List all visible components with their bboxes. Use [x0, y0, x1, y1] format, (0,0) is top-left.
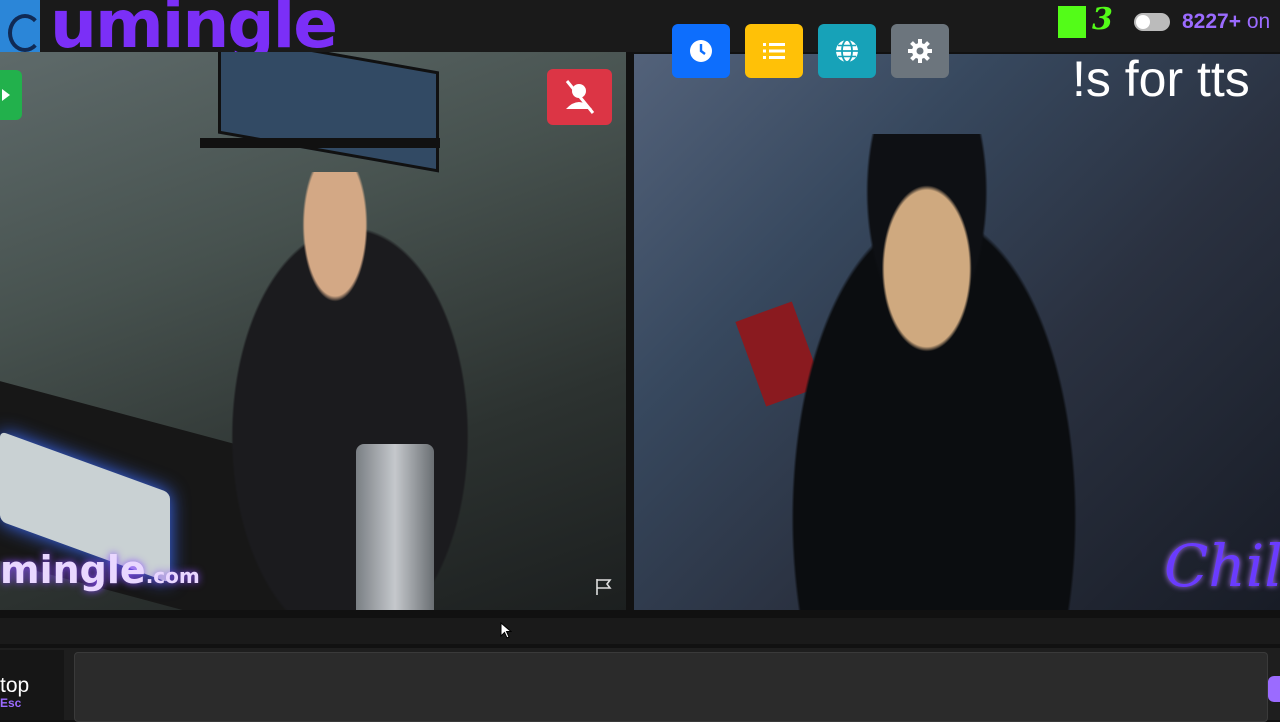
- background-shelf: [200, 138, 440, 148]
- local-person: [200, 172, 500, 610]
- globe-button[interactable]: [818, 24, 876, 78]
- remote-video: Chill: [634, 54, 1280, 610]
- settings-toggle[interactable]: [1134, 13, 1170, 31]
- remote-person: [754, 134, 1114, 610]
- local-video: mingle.com: [0, 52, 626, 610]
- drink-can: [356, 444, 434, 610]
- stop-button[interactable]: top Esc: [0, 650, 64, 720]
- stream-logo: Chill: [1164, 532, 1280, 600]
- tts-overlay-text: !s for tts: [1072, 51, 1250, 107]
- mute-user-button[interactable]: [547, 69, 612, 125]
- chat-input[interactable]: [74, 652, 1268, 722]
- stop-label: top: [0, 674, 30, 697]
- list-icon: [763, 43, 785, 59]
- send-button[interactable]: [1268, 676, 1280, 702]
- list-button[interactable]: [745, 24, 803, 78]
- online-count: 8227+ on: [1182, 10, 1271, 33]
- side-expand-tab[interactable]: [0, 70, 22, 120]
- mouse-cursor-icon: [500, 622, 512, 639]
- video-watermark: mingle.com: [0, 548, 200, 592]
- divider-bar: [0, 618, 1280, 644]
- settings-button[interactable]: [891, 24, 949, 78]
- globe-icon: [836, 39, 858, 63]
- gear-icon: [908, 39, 932, 63]
- kick-count: 3: [1092, 2, 1113, 37]
- history-button[interactable]: [672, 24, 730, 78]
- kick-logo-icon: [1058, 6, 1086, 38]
- stop-shortcut: Esc: [0, 696, 22, 710]
- clock-icon: [690, 40, 712, 62]
- flag-icon[interactable]: [594, 578, 614, 596]
- background-monitor: [218, 52, 439, 173]
- user-slash-icon: [565, 80, 595, 114]
